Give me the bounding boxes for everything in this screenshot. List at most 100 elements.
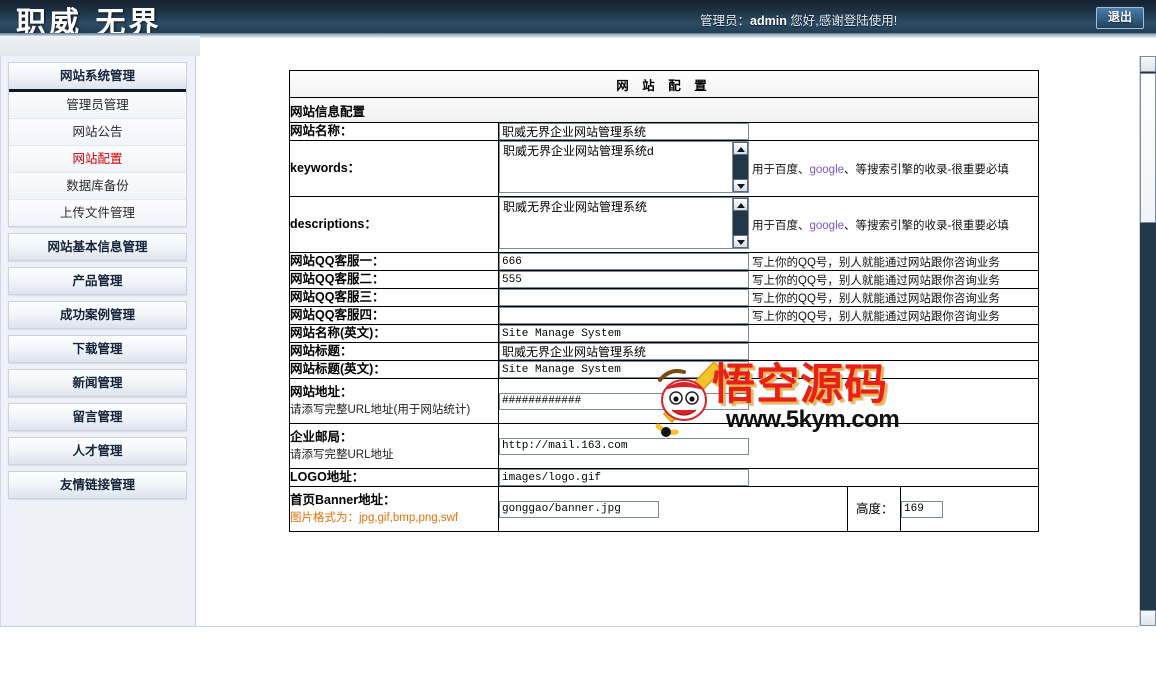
- site-config-table: 网 站 配 置 网站信息配置 网站名称： keywords：: [289, 70, 1039, 532]
- sidebar: 网站系统管理 管理员管理 网站公告 网站配置 数据库备份 上传文件管理 网站基本信息管理 产品…: [0, 56, 196, 626]
- sidebar-divider: [0, 56, 1, 626]
- descriptions-field-group: 职威无界企业网站管理系统 用于百度、google、等搜索引擎的收录-很重要必填: [499, 197, 1038, 252]
- keywords-textarea[interactable]: 职威无界企业网站管理系统d: [499, 141, 749, 193]
- table-row-descriptions: descriptions： 职威无界企业网站管理系统 用于百度、google、等…: [289, 196, 1039, 253]
- field-cell-site-name-en: [498, 324, 1039, 343]
- field-cell-keywords: 职威无界企业网站管理系统d 用于百度、google、等搜索引擎的收录-很重要必填: [498, 140, 1039, 197]
- hint-keywords-post: 、等搜索引擎的收录-很重要必填: [844, 163, 1009, 176]
- label-keywords: keywords：: [289, 140, 499, 197]
- scroll-down-icon[interactable]: [733, 235, 748, 248]
- hint-descriptions: 用于百度、google、等搜索引擎的收录-很重要必填: [752, 217, 1009, 233]
- keywords-textarea-scrollbar[interactable]: [732, 142, 748, 192]
- admin-page: 职威 无界 管理员：admin 您好,感谢登陆使用! 退出 ZHIWEIWUXI…: [0, 0, 1156, 689]
- field-cell-banner-url: [498, 486, 848, 532]
- qq2-input[interactable]: [499, 271, 749, 288]
- scrollbar-bottom-gap: [1139, 626, 1156, 689]
- welcome-prefix: 管理员：: [700, 14, 751, 28]
- qq3-input[interactable]: [499, 289, 749, 306]
- label-descriptions: descriptions：: [289, 196, 499, 253]
- hint-qq2: 写上你的QQ号，别人就能通过网站跟你咨询业务: [752, 274, 1000, 287]
- welcome-username: admin: [750, 14, 787, 28]
- scrollbar-thumb[interactable]: [1140, 73, 1156, 223]
- sidebar-section: 人才管理: [8, 437, 187, 465]
- descriptions-textarea[interactable]: 职威无界企业网站管理系统: [499, 197, 749, 249]
- main-content: 网 站 配 置 网站信息配置 网站名称： keywords：: [197, 56, 1125, 626]
- label-qq1: 网站QQ客服一：: [289, 252, 499, 271]
- hint-qq4: 写上你的QQ号，别人就能通过网站跟你咨询业务: [752, 310, 1000, 323]
- scroll-up-icon[interactable]: [733, 198, 748, 211]
- field-cell-qq1: 写上你的QQ号，别人就能通过网站跟你咨询业务: [498, 252, 1039, 271]
- sidebar-section-header[interactable]: 产品管理: [9, 268, 186, 294]
- keywords-textarea-wrap: 职威无界企业网站管理系统d: [499, 141, 749, 196]
- qq3-field-group: 写上你的QQ号，别人就能通过网站跟你咨询业务: [499, 289, 1038, 306]
- table-row-mail-url: 企业邮局： 请添写完整URL地址: [289, 423, 1039, 469]
- scroll-up-icon[interactable]: [733, 142, 748, 155]
- hint-keywords-google: google: [809, 163, 845, 176]
- site-url-input[interactable]: [499, 392, 749, 410]
- sidebar-section: 产品管理: [8, 267, 187, 295]
- label-banner-formats: 图片格式为：jpg,gif,bmp,png,swf: [290, 511, 459, 524]
- sidebar-section: 留言管理: [8, 403, 187, 431]
- qq4-input[interactable]: [499, 307, 749, 324]
- table-row-site-name: 网站名称：: [289, 122, 1039, 141]
- sidebar-section-header[interactable]: 新闻管理: [9, 370, 186, 396]
- scroll-down-icon[interactable]: [733, 179, 748, 192]
- descriptions-textarea-scrollbar[interactable]: [732, 198, 748, 248]
- label-banner-main: 首页Banner地址：: [290, 492, 396, 507]
- scroll-down-icon[interactable]: [1140, 610, 1156, 626]
- logo-url-input[interactable]: [499, 469, 749, 486]
- sidebar-section-header[interactable]: 网站系统管理: [9, 63, 186, 92]
- sidebar-section-header[interactable]: 下载管理: [9, 336, 186, 362]
- top-banner: 职威 无界 管理员：admin 您好,感谢登陆使用! 退出: [0, 0, 1156, 36]
- sidebar-section-header[interactable]: 留言管理: [9, 404, 186, 430]
- field-cell-mail-url: [498, 423, 1039, 469]
- mail-url-input[interactable]: [499, 437, 749, 455]
- table-section-row: 网站信息配置: [289, 97, 1039, 123]
- sidebar-section: 网站系统管理 管理员管理 网站公告 网站配置 数据库备份 上传文件管理: [8, 62, 187, 227]
- hint-qq1: 写上你的QQ号，别人就能通过网站跟你咨询业务: [752, 256, 1000, 269]
- site-logo: 职威 无界: [0, 0, 200, 36]
- label-qq2: 网站QQ客服二：: [289, 270, 499, 289]
- banner-url-input[interactable]: [499, 500, 659, 518]
- logo-base-strip: ZHIWEIWUXIAN: [0, 36, 200, 87]
- sidebar-item[interactable]: 管理员管理: [9, 92, 186, 119]
- site-title-en-input[interactable]: [499, 361, 749, 378]
- banner-height-input[interactable]: [901, 500, 943, 518]
- sidebar-item[interactable]: 数据库备份: [9, 173, 186, 200]
- label-site-url-main: 网站地址：: [290, 384, 353, 399]
- label-site-title-en: 网站标题(英文)：: [289, 360, 499, 379]
- sidebar-section-header[interactable]: 友情链接管理: [9, 472, 186, 498]
- site-name-input[interactable]: [499, 123, 749, 140]
- scroll-up-icon[interactable]: [1140, 56, 1156, 72]
- table-row-qq3: 网站QQ客服三： 写上你的QQ号，别人就能通过网站跟你咨询业务: [289, 288, 1039, 307]
- page-vertical-scrollbar[interactable]: [1139, 56, 1156, 626]
- label-mail-url-main: 企业邮局：: [290, 429, 353, 444]
- sidebar-section-header[interactable]: 网站基本信息管理: [9, 234, 186, 260]
- field-cell-site-title-en: [498, 360, 1039, 379]
- logout-button[interactable]: 退出: [1096, 7, 1144, 29]
- field-cell-qq2: 写上你的QQ号，别人就能通过网站跟你咨询业务: [498, 270, 1039, 289]
- table-row-qq4: 网站QQ客服四： 写上你的QQ号，别人就能通过网站跟你咨询业务: [289, 306, 1039, 325]
- label-site-name: 网站名称：: [289, 122, 499, 141]
- site-name-en-input[interactable]: [499, 325, 749, 342]
- sidebar-section-header[interactable]: 人才管理: [9, 438, 186, 464]
- site-title-input[interactable]: [499, 343, 749, 360]
- sidebar-section-header[interactable]: 成功案例管理: [9, 302, 186, 328]
- label-qq3: 网站QQ客服三：: [289, 288, 499, 307]
- sidebar-item[interactable]: 网站公告: [9, 119, 186, 146]
- sidebar-item[interactable]: 网站配置: [9, 146, 186, 173]
- table-row-site-url: 网站地址： 请添写完整URL地址(用于网站统计): [289, 378, 1039, 424]
- qq1-field-group: 写上你的QQ号，别人就能通过网站跟你咨询业务: [499, 253, 1038, 270]
- sidebar-item[interactable]: 上传文件管理: [9, 200, 186, 226]
- sidebar-section: 新闻管理: [8, 369, 187, 397]
- descriptions-textarea-wrap: 职威无界企业网站管理系统: [499, 197, 749, 252]
- header-underline: [200, 36, 1156, 56]
- field-cell-descriptions: 职威无界企业网站管理系统 用于百度、google、等搜索引擎的收录-很重要必填: [498, 196, 1039, 253]
- welcome-message: 管理员：admin 您好,感谢登陆使用!: [700, 10, 897, 29]
- label-logo-url: LOGO地址：: [289, 468, 499, 487]
- hint-qq3: 写上你的QQ号，别人就能通过网站跟你咨询业务: [752, 292, 1000, 305]
- sidebar-submenu: 管理员管理 网站公告 网站配置 数据库备份 上传文件管理: [9, 92, 186, 226]
- table-row-banner: 首页Banner地址： 图片格式为：jpg,gif,bmp,png,swf 高度…: [289, 486, 1039, 532]
- qq4-field-group: 写上你的QQ号，别人就能通过网站跟你咨询业务: [499, 307, 1038, 324]
- qq1-input[interactable]: [499, 253, 749, 270]
